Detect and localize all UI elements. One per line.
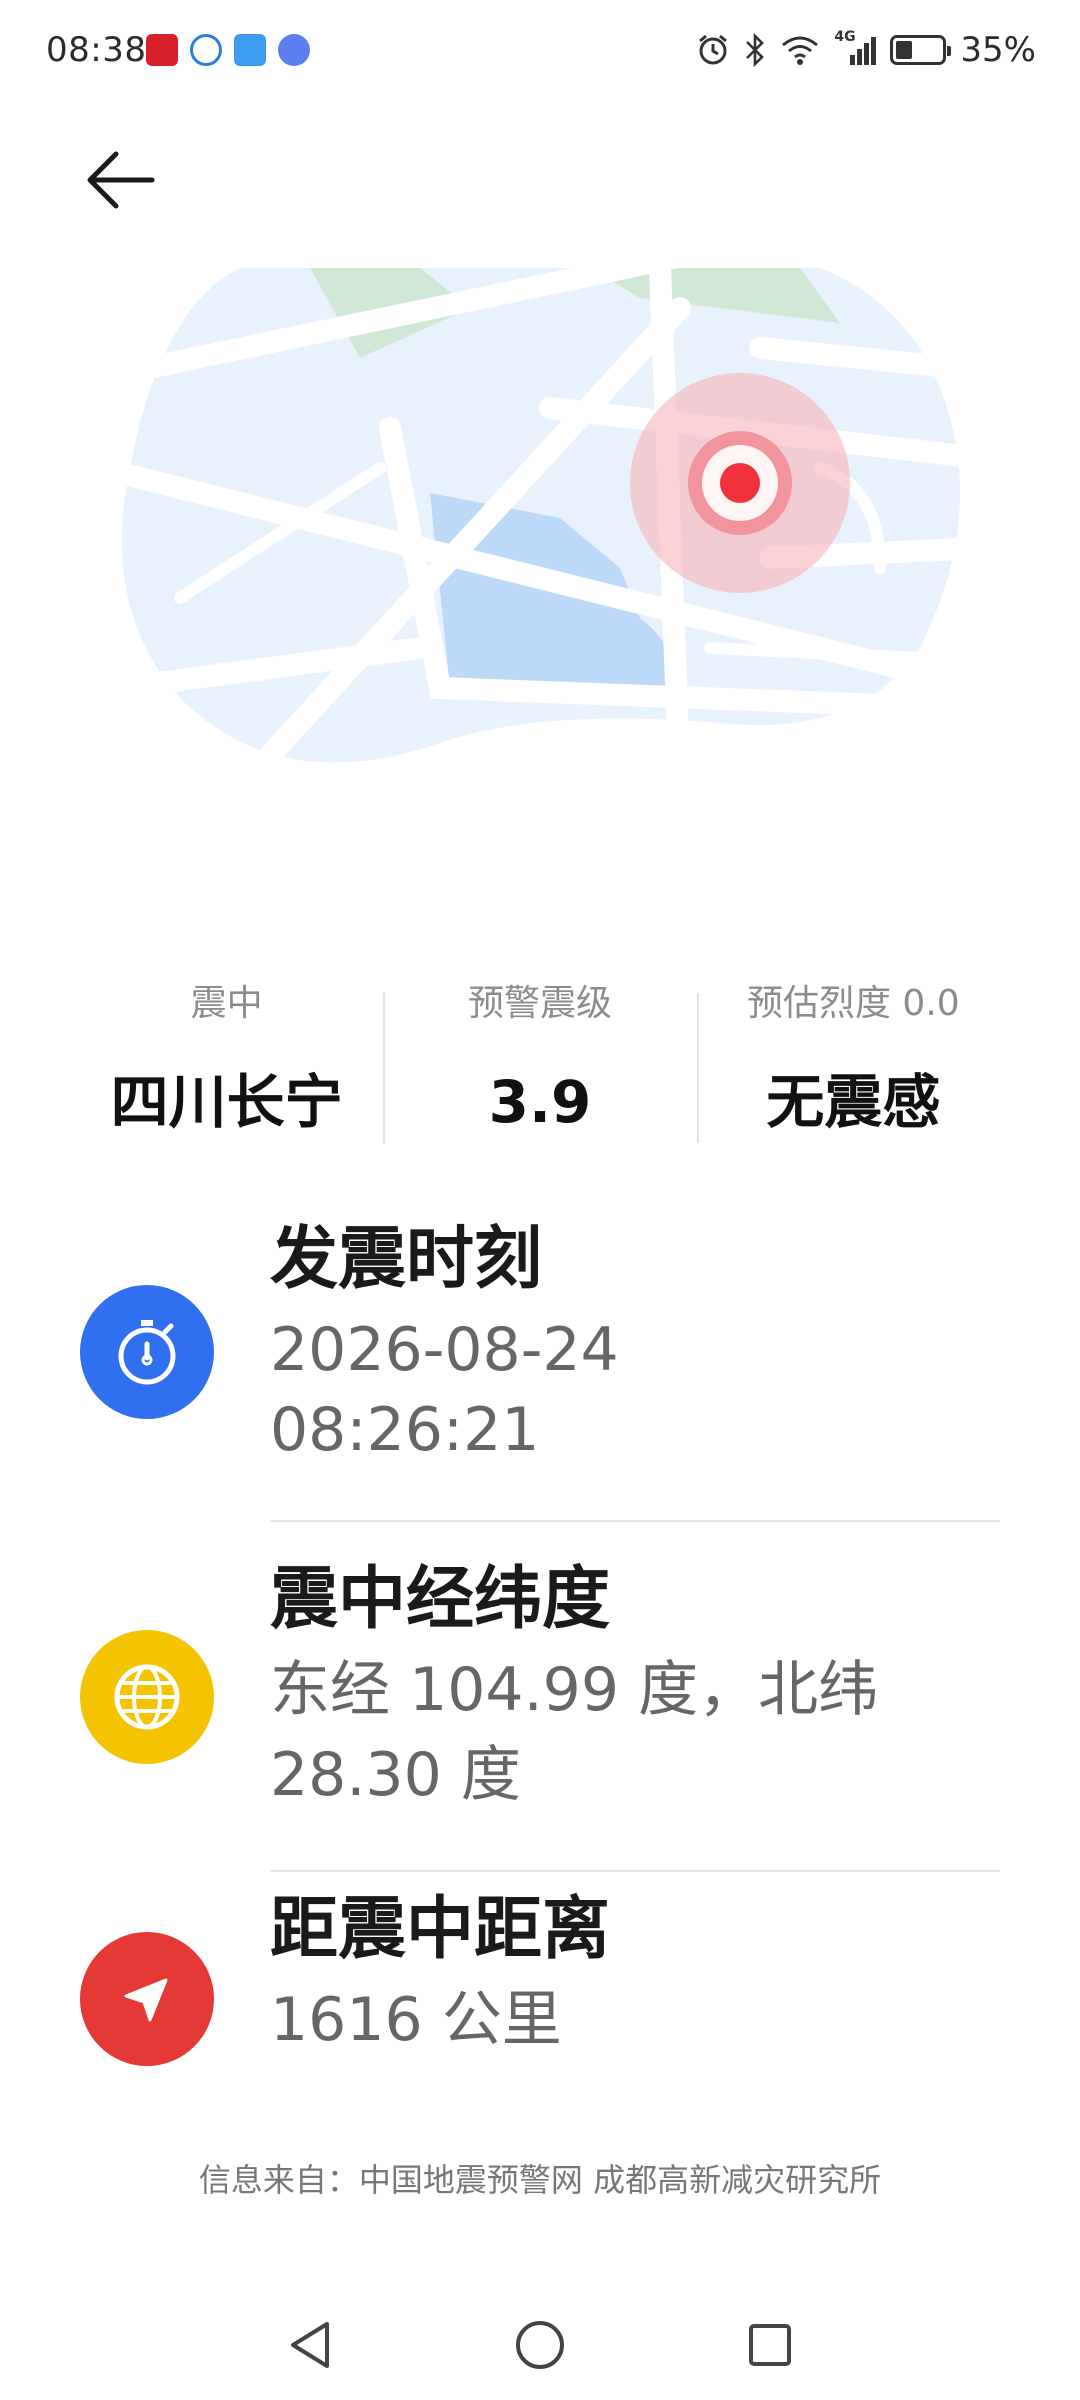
stopwatch-icon (118, 1320, 176, 1385)
divider (270, 1870, 1000, 1872)
square-recents-icon (749, 2324, 791, 2366)
data-source-note: 信息来自：中国地震预警网 成都高新减灾研究所 (198, 2161, 882, 2199)
epicenter-map (121, 268, 960, 763)
nav-home-button[interactable] (505, 2310, 575, 2380)
epicenter-marker (720, 463, 760, 503)
detail-coordinates: 震中经纬度 东经 104.99 度，北纬 28.30 度 (0, 1540, 1080, 1840)
epicenter-label: 震中 (190, 983, 263, 1024)
coordinates-value-line1: 东经 104.99 度，北纬 (270, 1655, 879, 1725)
distance-icon-circle (80, 1932, 214, 2066)
intensity-value: 无震感 (766, 1068, 941, 1136)
earthquake-summary: 震中 四川长宁 预警震级 3.9 预估烈度 0.0 无震感 (70, 975, 1010, 1145)
status-indicators: 4G 35% (696, 29, 1036, 70)
nav-recents-button[interactable] (735, 2310, 805, 2380)
summary-epicenter: 震中 四川长宁 (70, 975, 383, 1145)
battery-percentage: 35% (960, 30, 1036, 70)
circle-home-icon (516, 2321, 564, 2369)
time-value-date: 2026-08-24 (270, 1315, 619, 1385)
system-navigation-bar (0, 2290, 1080, 2400)
browser-app-icon (190, 34, 222, 66)
globe-icon (114, 1664, 180, 1730)
battery-icon (890, 35, 952, 65)
divider (270, 1520, 1000, 1522)
wifi-icon (782, 36, 819, 65)
detail-occurrence-time: 发震时刻 2026-08-24 08:26:21 (0, 1190, 1080, 1490)
back-arrow-icon (87, 151, 155, 209)
coordinates-icon-circle (80, 1630, 214, 1764)
back-button[interactable] (80, 140, 160, 220)
nav-back-button[interactable] (275, 2310, 345, 2380)
magnitude-label: 预警震级 (467, 983, 612, 1024)
time-title: 发震时刻 (270, 1220, 543, 1299)
intensity-label: 预估烈度 0.0 (746, 983, 960, 1024)
coordinates-title: 震中经纬度 (270, 1560, 611, 1639)
alarm-icon (699, 34, 728, 65)
detail-distance: 距震中距离 1616 公里 (0, 1890, 1080, 2120)
news-app-icon (146, 34, 178, 66)
network-type: 4G (834, 29, 856, 45)
navigation-arrow-icon (124, 1978, 168, 2022)
epicenter-value: 四川长宁 (110, 1068, 343, 1136)
earthquake-detail-screen: 08:38 4G 35% 震中 四川长宁 预警震级 3.9 预估烈度 0.0 无… (0, 0, 1080, 2400)
time-value-clock: 08:26:21 (270, 1395, 540, 1465)
planet-app-icon (278, 34, 310, 66)
status-bar: 08:38 4G 35% (0, 0, 1080, 100)
bluetooth-icon (746, 33, 765, 67)
distance-value: 1616 公里 (270, 1985, 562, 2055)
status-time: 08:38 (46, 30, 147, 70)
time-icon-circle (80, 1285, 214, 1419)
magnitude-value: 3.9 (488, 1068, 592, 1136)
summary-intensity: 预估烈度 0.0 无震感 (696, 975, 1010, 1145)
distance-title: 距震中距离 (270, 1890, 611, 1969)
weather-app-icon (234, 34, 266, 66)
summary-magnitude: 预警震级 3.9 (383, 975, 696, 1145)
coordinates-value-line2: 28.30 度 (270, 1740, 521, 1810)
triangle-back-icon (291, 2322, 329, 2368)
cellular-signal-icon: 4G (834, 29, 877, 67)
notification-icons (146, 34, 310, 70)
